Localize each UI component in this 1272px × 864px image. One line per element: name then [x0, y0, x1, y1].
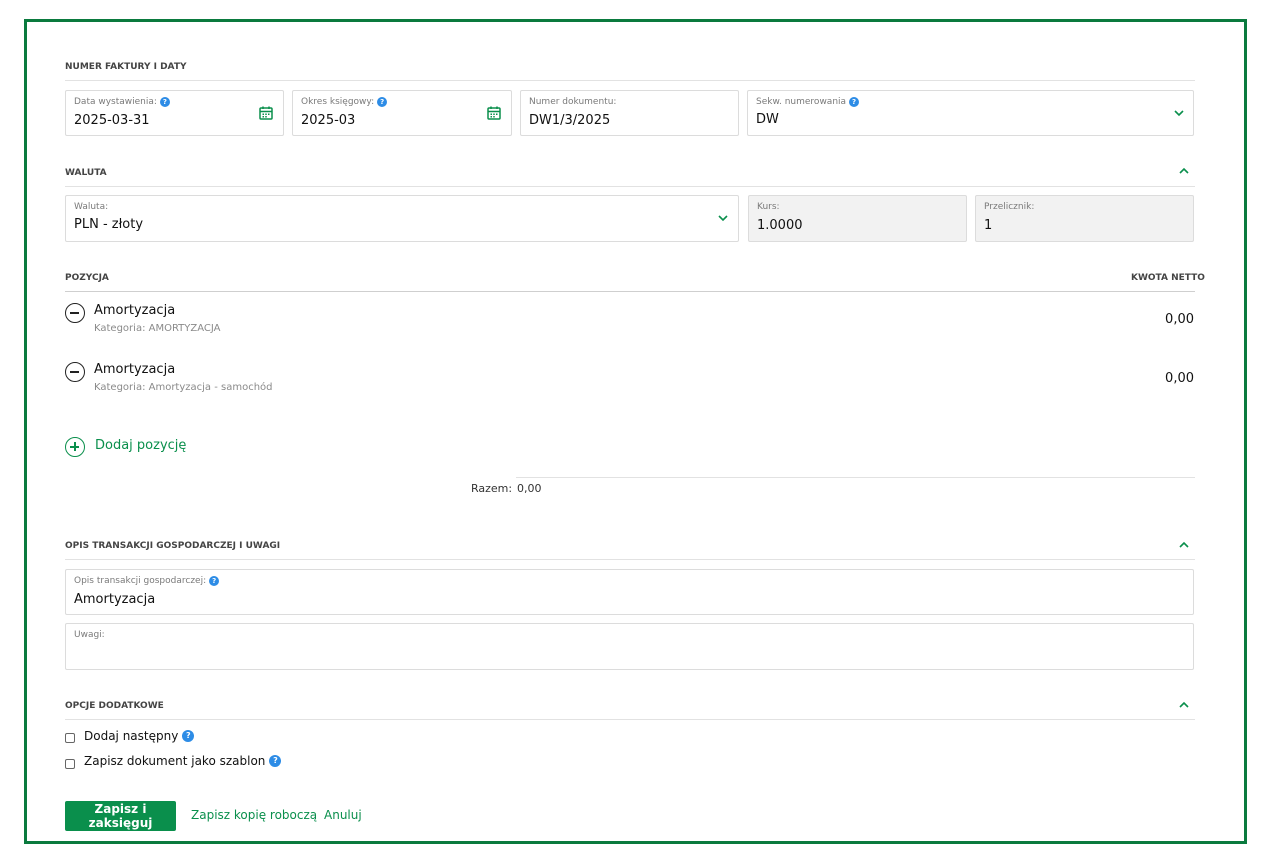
- currency-section-divider: [65, 186, 1195, 187]
- amount-column-header: KWOTA NETTO: [1131, 273, 1205, 283]
- total-label: Razem:: [471, 482, 513, 495]
- issue-date-field[interactable]: Data wystawienia: ? 2025-03-31: [65, 90, 284, 136]
- sequence-value: DW: [756, 112, 779, 127]
- position-name[interactable]: Amortyzacja: [94, 362, 175, 377]
- doc-number-field[interactable]: Numer dokumentu: DW1/3/2025: [520, 90, 739, 136]
- add-position-link[interactable]: Dodaj pozycję: [95, 438, 186, 453]
- period-label: Okres księgowy:: [301, 97, 375, 107]
- currency-label: Waluta:: [74, 202, 109, 212]
- positions-section-divider: [65, 291, 1195, 292]
- add-next-label: Dodaj następny: [84, 729, 179, 743]
- period-label-wrap: Okres księgowy: ?: [301, 97, 388, 107]
- remove-circle-icon[interactable]: [65, 362, 85, 382]
- save-and-post-button[interactable]: Zapisz i zaksięguj: [65, 801, 176, 831]
- transaction-label-wrap: Opis transakcji gospodarczej: ?: [74, 576, 220, 586]
- chevron-up-icon[interactable]: [1178, 539, 1190, 551]
- transaction-label: Opis transakcji gospodarczej:: [74, 576, 207, 586]
- position-name[interactable]: Amortyzacja: [94, 303, 175, 318]
- chevron-down-icon[interactable]: [717, 212, 729, 224]
- options-section-title: OPCJE DODATKOWE: [65, 701, 164, 711]
- save-template-label: Zapisz dokument jako szablon: [84, 754, 266, 768]
- notes-field[interactable]: Uwagi:: [65, 623, 1194, 670]
- notes-label-wrap: Uwagi:: [74, 630, 105, 640]
- converter-value: 1: [984, 218, 993, 233]
- help-icon[interactable]: ?: [209, 576, 220, 586]
- issue-date-value: 2025-03-31: [74, 113, 150, 128]
- calendar-icon[interactable]: [259, 106, 273, 120]
- rate-label-wrap: Kurs:: [757, 202, 780, 212]
- remove-circle-icon[interactable]: [65, 303, 85, 323]
- options-section-divider: [65, 719, 1195, 720]
- rate-value: 1.0000: [757, 218, 803, 233]
- sequence-select[interactable]: Sekw. numerowania ? DW: [747, 90, 1194, 136]
- cancel-link[interactable]: Anuluj: [324, 808, 362, 822]
- chevron-up-icon[interactable]: [1178, 699, 1190, 711]
- add-next-checkbox[interactable]: [65, 733, 75, 743]
- converter-label-wrap: Przelicznik:: [984, 202, 1034, 212]
- currency-select[interactable]: Waluta: PLN - złoty: [65, 195, 739, 242]
- total-divider: [516, 477, 1195, 478]
- save-template-label-wrap: Zapisz dokument jako szablon ?: [84, 754, 282, 768]
- save-template-checkbox[interactable]: [65, 759, 75, 769]
- help-icon[interactable]: ?: [849, 97, 860, 107]
- help-icon[interactable]: ?: [159, 97, 170, 107]
- converter-label: Przelicznik:: [984, 202, 1035, 212]
- notes-label: Uwagi:: [74, 630, 105, 640]
- converter-field: Przelicznik: 1: [975, 195, 1194, 242]
- currency-section-title: WALUTA: [65, 168, 107, 178]
- rate-field: Kurs: 1.0000: [748, 195, 967, 242]
- chevron-up-icon[interactable]: [1178, 165, 1190, 177]
- invoice-section-title: NUMER FAKTURY I DATY: [65, 62, 187, 72]
- add-next-label-wrap: Dodaj następny ?: [84, 729, 195, 743]
- form-frame: [24, 19, 1247, 844]
- rate-label: Kurs:: [757, 202, 780, 212]
- position-amount: 0,00: [1165, 371, 1194, 386]
- position-category: Kategoria: AMORTYZACJA: [94, 323, 221, 334]
- help-icon[interactable]: ?: [377, 97, 388, 107]
- position-category: Kategoria: Amortyzacja - samochód: [94, 382, 273, 393]
- period-value: 2025-03: [301, 113, 356, 128]
- sequence-label: Sekw. numerowania: [756, 97, 847, 107]
- period-field[interactable]: Okres księgowy: ? 2025-03: [292, 90, 512, 136]
- issue-date-label: Data wystawienia:: [74, 97, 157, 107]
- doc-number-label-wrap: Numer dokumentu:: [529, 97, 616, 107]
- total-value: 0,00: [517, 482, 542, 495]
- transaction-description-field[interactable]: Opis transakcji gospodarczej: ? Amortyza…: [65, 569, 1194, 615]
- currency-label-wrap: Waluta:: [74, 202, 108, 212]
- description-section-divider: [65, 559, 1195, 560]
- position-amount: 0,00: [1165, 312, 1194, 327]
- add-circle-icon[interactable]: [65, 437, 85, 457]
- description-section-title: OPIS TRANSAKCJI GOSPODARCZEJ I UWAGI: [65, 541, 281, 551]
- help-icon[interactable]: ?: [182, 730, 195, 742]
- invoice-section-divider: [65, 80, 1195, 81]
- doc-number-label: Numer dokumentu:: [529, 97, 617, 107]
- sequence-label-wrap: Sekw. numerowania ?: [756, 97, 860, 107]
- calendar-icon[interactable]: [487, 106, 501, 120]
- help-icon[interactable]: ?: [269, 755, 282, 767]
- currency-value: PLN - złoty: [74, 217, 144, 232]
- issue-date-label-wrap: Data wystawienia: ?: [74, 97, 170, 107]
- positions-section-title: POZYCJA: [65, 273, 109, 283]
- chevron-down-icon[interactable]: [1173, 107, 1185, 119]
- transaction-value: Amortyzacja: [74, 592, 156, 607]
- save-draft-link[interactable]: Zapisz kopię roboczą: [191, 808, 317, 822]
- doc-number-value: DW1/3/2025: [529, 113, 611, 128]
